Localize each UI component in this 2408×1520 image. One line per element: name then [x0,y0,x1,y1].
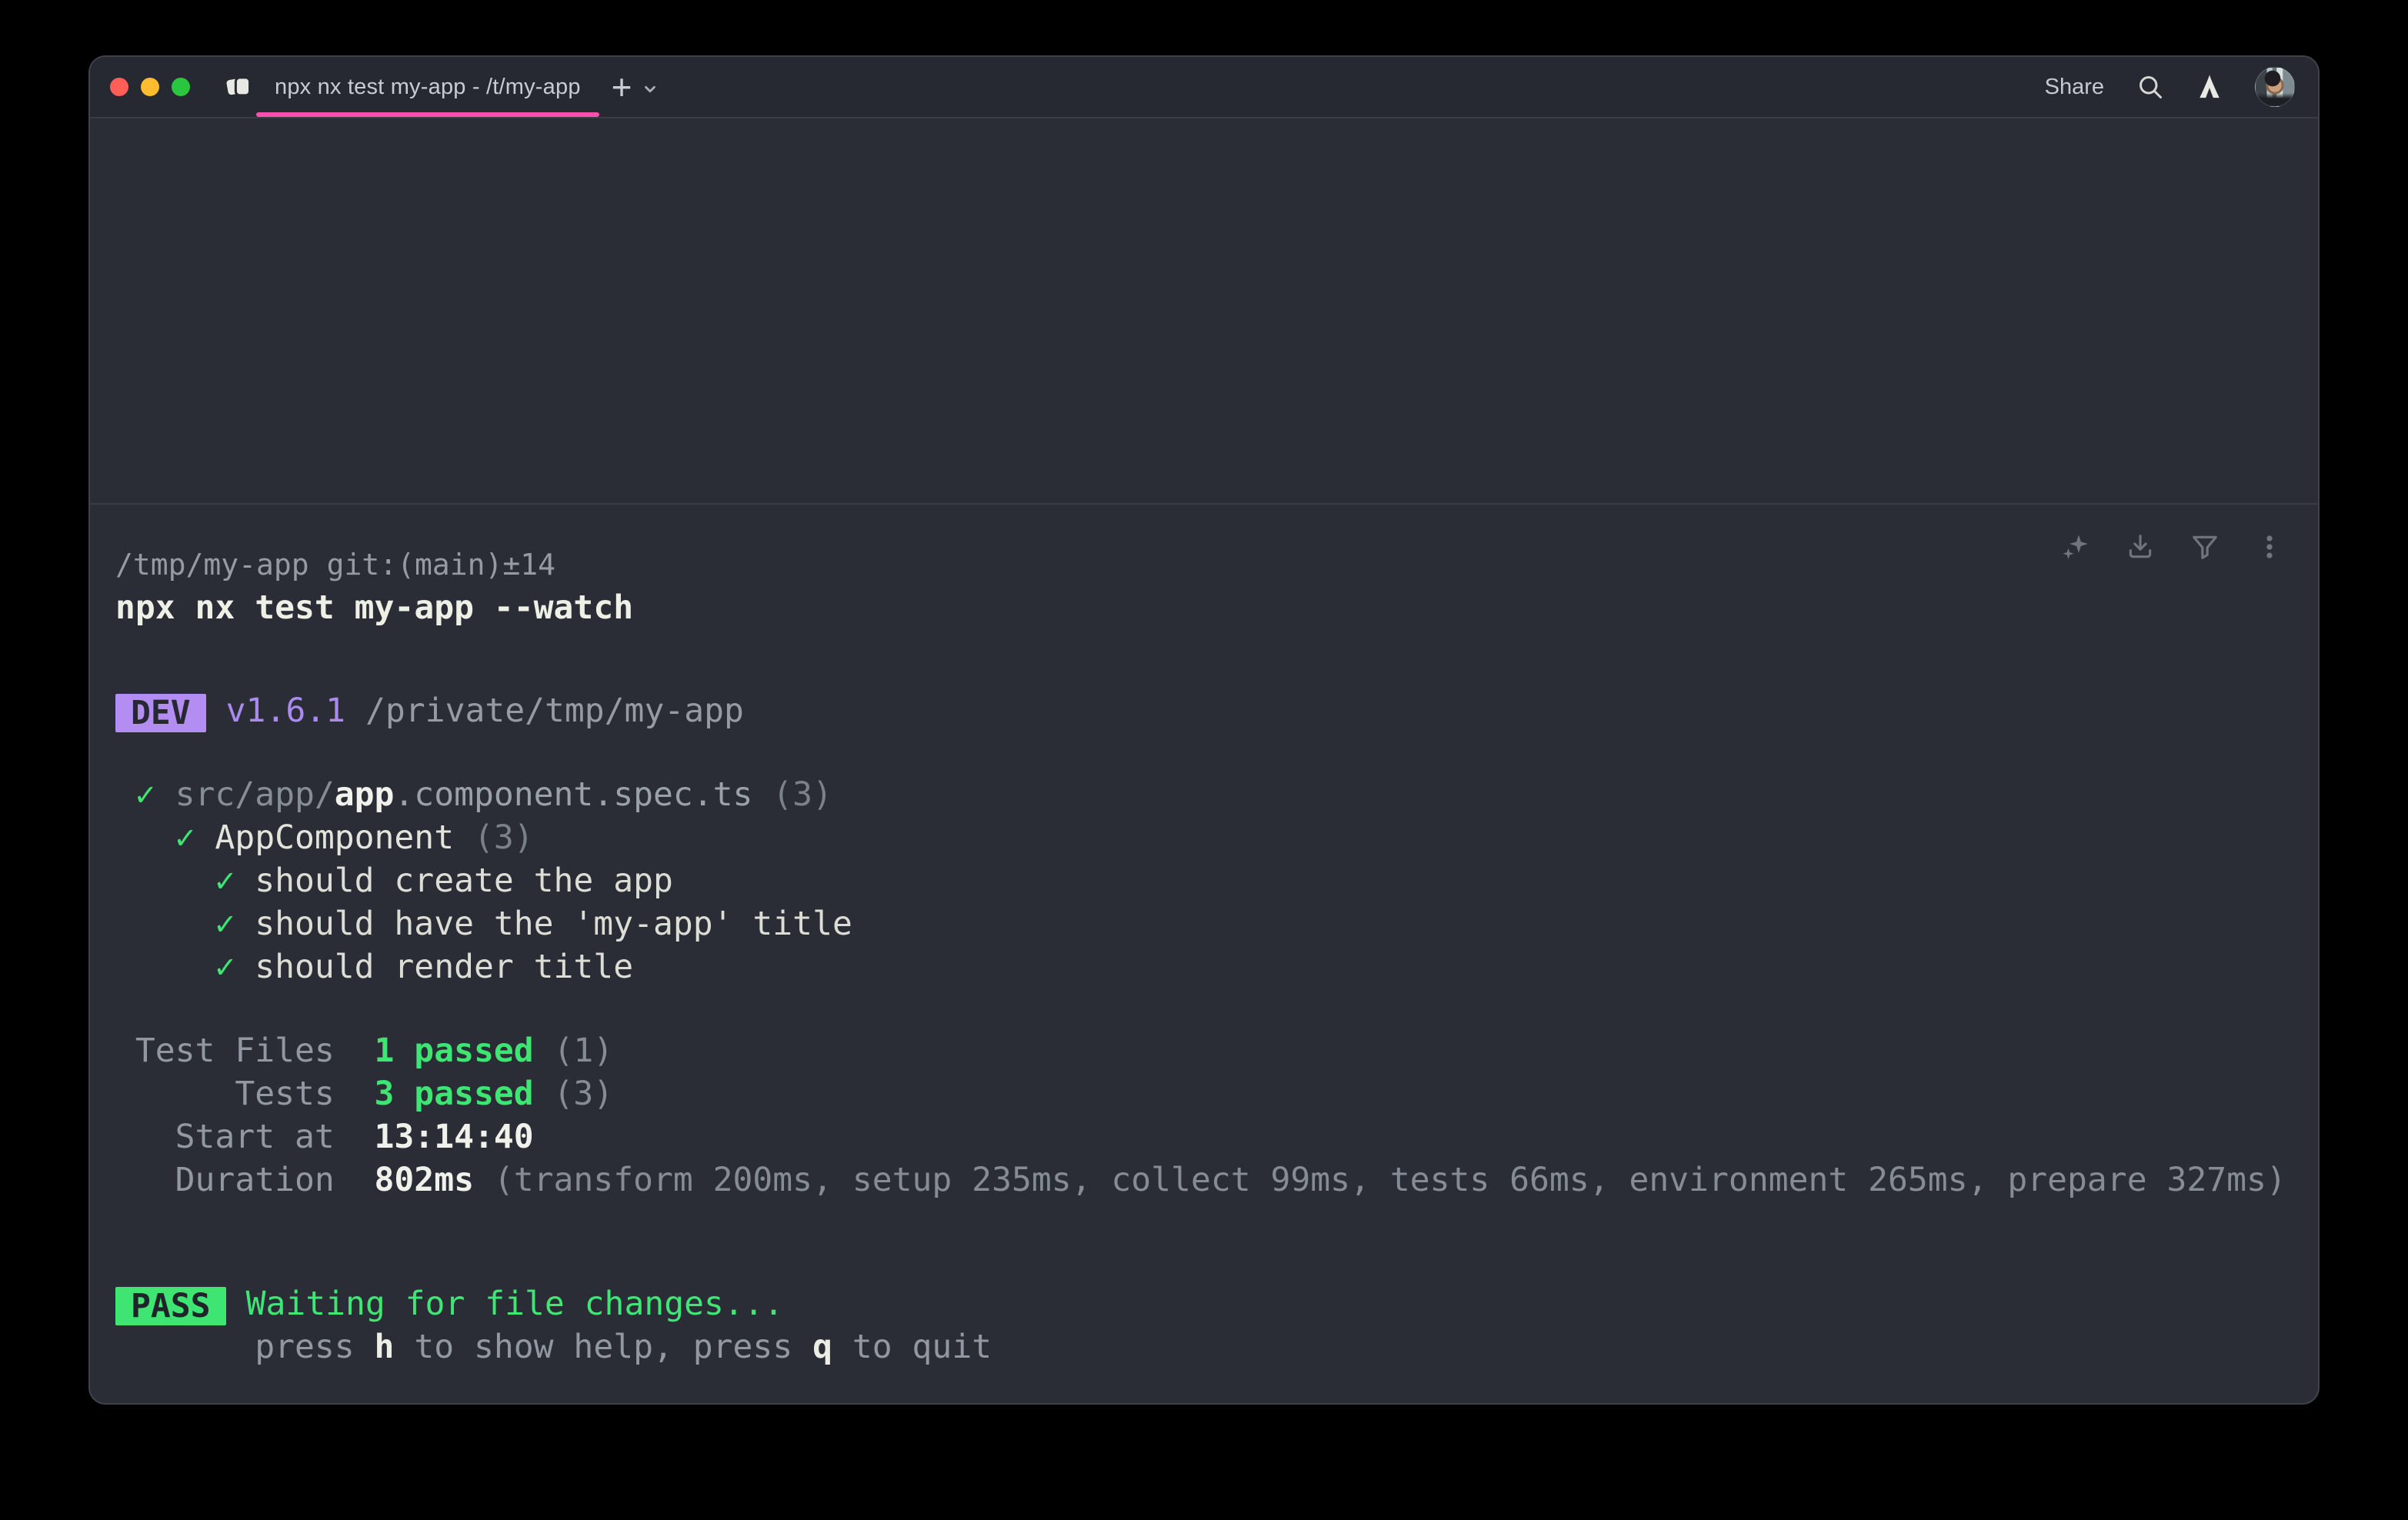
download-icon[interactable] [2126,532,2155,562]
check-icon: ✓ [215,948,235,986]
summary-label: Duration [115,1158,335,1202]
test-case-name: should create the app [255,862,673,900]
summary-label: Tests [115,1072,335,1115]
summary-suffix: (1) [554,1032,614,1070]
test-case-name: should have the 'my-app' title [255,905,852,943]
pass-status-line: PASS Waiting for file changes... [115,1282,2287,1325]
hint-text: to quit [832,1328,992,1366]
summary-row-tests: Tests 3 passed (3) [115,1072,2287,1115]
vitest-dev-line: DEV v1.6.1/private/tmp/my-app [115,689,2287,732]
summary-suffix: (transform 200ms, setup 235ms, collect 9… [494,1161,2286,1199]
check-icon: ✓ [215,862,235,900]
block-toolbar [2061,532,2284,562]
sparkles-icon[interactable] [2061,532,2090,562]
vitest-version: v1.6.1 [226,692,345,730]
vitest-cwd: /private/tmp/my-app [365,692,744,730]
hint-key-h: h [375,1328,395,1366]
summary-row-start-at: Start at 13:14:40 [115,1115,2287,1158]
chevron-down-icon[interactable] [642,76,659,98]
test-file-dir: src/app/ [175,775,335,814]
search-icon[interactable] [2136,73,2164,101]
more-vertical-icon[interactable] [2255,532,2284,562]
test-results-tree: ✓ src/app/app.component.spec.ts (3) ✓ AppCo… [115,773,2287,988]
prompt-line: /tmp/my-app git:(main)±14 [115,543,2287,586]
summary-suffix: (3) [554,1075,614,1113]
close-window-button[interactable] [110,78,128,96]
test-case-row: ✓ should create the app [115,859,2287,902]
titlebar[interactable]: npx nx test my-app - /t/my-app + Share [90,57,2318,118]
command-block: /tmp/my-app git:(main)±14 npx nx test my… [90,505,2318,1368]
titlebar-right-cluster: Share [2045,67,2298,107]
hint-text: to show help, press [394,1328,812,1366]
test-case-row: ✓ should render title [115,945,2287,988]
check-icon: ✓ [215,905,235,943]
summary-row-test-files: Test Files 1 passed (1) [115,1029,2287,1072]
summary-label: Test Files [115,1029,335,1072]
terminal-window: npx nx test my-app - /t/my-app + Share [88,55,2320,1405]
test-suite-row: ✓ AppComponent (3) [115,816,2287,859]
test-file-ext: .component.spec.ts [394,775,752,814]
test-suite-name: AppComponent [215,818,454,857]
test-suite-count: (3) [474,818,534,857]
hint-text: press [255,1328,374,1366]
share-button[interactable]: Share [2045,75,2104,100]
test-file-row: ✓ src/app/app.component.spec.ts (3) [115,773,2287,816]
tab-title: npx nx test my-app - /t/my-app [275,75,581,100]
pass-badge: PASS [115,1287,226,1325]
check-icon: ✓ [175,818,195,857]
desktop-background: npx nx test my-app - /t/my-app + Share [0,0,2408,1520]
check-icon: ✓ [135,775,155,814]
summary-label: Start at [115,1115,335,1158]
watch-hint-line: press h to show help, press q to quit [115,1325,2287,1368]
dev-badge: DEV [115,694,206,732]
watch-status: PASS Waiting for file changes... press h … [115,1282,2287,1368]
status-message: Waiting for file changes... [246,1285,784,1323]
test-case-row: ✓ should have the 'my-app' title [115,902,2287,945]
summary-value: 802ms [375,1161,474,1199]
pages-icon [225,75,252,99]
active-tab[interactable]: npx nx test my-app - /t/my-app [224,57,592,117]
previous-block [90,118,2318,505]
test-case-name: should render title [255,948,633,986]
minimize-window-button[interactable] [141,78,159,96]
summary-value: 1 passed [375,1032,534,1070]
active-tab-indicator [256,112,599,117]
test-summary: Test Files 1 passed (1) Tests 3 passed (3) S… [115,1029,2287,1202]
new-tab-button[interactable]: + [612,69,632,105]
warp-logo-icon[interactable] [2196,74,2223,100]
test-file-count: (3) [772,775,832,814]
prompt-git-status: git:(main)±14 [327,548,555,582]
window-controls [110,78,190,96]
summary-value: 3 passed [375,1075,534,1113]
summary-row-duration: Duration 802ms (transform 200ms, setup 235… [115,1158,2287,1202]
filter-icon[interactable] [2190,532,2220,562]
prompt-path: /tmp/my-app [115,548,309,582]
command-line: npx nx test my-app --watch [115,586,2287,629]
avatar[interactable] [2255,67,2295,107]
test-file-name: app [335,775,395,814]
new-tab-controls: + [612,69,659,105]
summary-value: 13:14:40 [375,1118,534,1156]
hint-key-q: q [812,1328,832,1366]
zoom-window-button[interactable] [172,78,190,96]
